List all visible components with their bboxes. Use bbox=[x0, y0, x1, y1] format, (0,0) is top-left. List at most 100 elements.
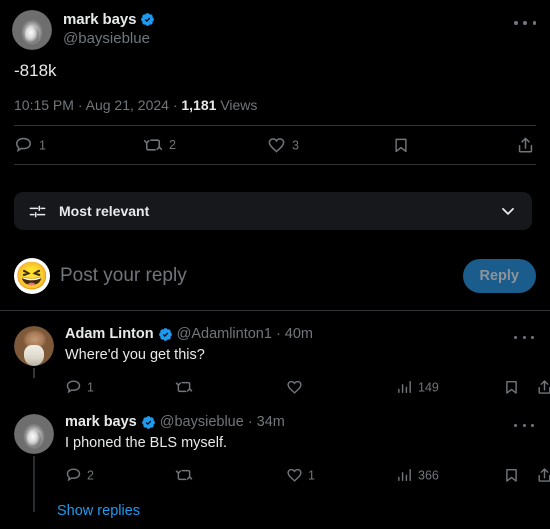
reply-count: 1 bbox=[39, 138, 46, 152]
retweet-icon bbox=[143, 139, 163, 151]
tweet-timestamp-row: 10:15 PM · Aug 21, 2024 · 1,181 Views bbox=[0, 83, 550, 113]
avatar[interactable] bbox=[12, 10, 52, 50]
tweet-date: Aug 21, 2024 bbox=[85, 97, 169, 113]
author-handle[interactable]: @baysieblue bbox=[63, 29, 155, 49]
views-count: 366 bbox=[418, 468, 439, 482]
reply-action-bar: 2 1 366 bbox=[65, 458, 550, 492]
reply-action-button[interactable]: 1 bbox=[65, 379, 94, 396]
show-replies-link[interactable]: Show replies bbox=[57, 503, 140, 519]
reply-action-button[interactable]: 1 bbox=[14, 136, 46, 155]
more-horizontal-icon[interactable] bbox=[514, 329, 534, 345]
reply-timestamp[interactable]: 34m bbox=[257, 414, 285, 431]
analytics-icon bbox=[398, 468, 411, 482]
retweet-action-button[interactable] bbox=[175, 466, 198, 484]
reply-action-button[interactable]: 2 bbox=[65, 467, 94, 484]
reply-author-handle[interactable]: @Adamlinton1 bbox=[177, 326, 272, 343]
photo-portrait-avatar bbox=[14, 326, 54, 366]
divider-below-composer bbox=[0, 310, 550, 311]
comment-icon bbox=[66, 380, 81, 394]
more-horizontal-icon[interactable] bbox=[514, 14, 536, 32]
timestamp-separator-2: · bbox=[172, 97, 178, 113]
reply-author-handle[interactable]: @baysieblue bbox=[160, 414, 244, 431]
avatar-emoji-glyph: 😆 bbox=[15, 260, 49, 291]
reply-meta-separator: · bbox=[275, 326, 281, 342]
views-count: 1,181 bbox=[181, 97, 217, 113]
tweet-author-header: mark bays @baysieblue bbox=[0, 0, 550, 50]
sort-replies-dropdown[interactable]: Most relevant bbox=[14, 192, 532, 230]
reply-author-name: mark bays bbox=[65, 414, 137, 430]
retweet-icon bbox=[175, 381, 193, 393]
statue-portrait-avatar bbox=[12, 10, 52, 50]
reply-content: Adam Linton @Adamlinton1 · 40m Where'd y… bbox=[65, 326, 536, 366]
reply-input[interactable]: Post your reply bbox=[60, 265, 187, 287]
bookmark-icon bbox=[506, 468, 517, 482]
reply-item: Adam Linton @Adamlinton1 · 40m Where'd y… bbox=[0, 315, 550, 404]
bookmark-action-button[interactable] bbox=[392, 136, 416, 154]
share-icon bbox=[518, 137, 533, 153]
retweet-action-button[interactable] bbox=[175, 378, 198, 396]
like-action-button[interactable]: 3 bbox=[267, 136, 299, 155]
tweet-body: -818k bbox=[0, 50, 550, 83]
bookmark-icon bbox=[395, 138, 407, 153]
reply-text: I phoned the BLS myself. bbox=[65, 435, 228, 452]
like-count: 1 bbox=[308, 468, 315, 482]
more-horizontal-icon[interactable] bbox=[514, 417, 534, 433]
bookmark-action-button[interactable] bbox=[503, 467, 525, 484]
reply-count: 2 bbox=[87, 468, 94, 482]
verified-badge-icon bbox=[141, 416, 155, 430]
laughing-emoji-avatar[interactable]: 😆 bbox=[14, 258, 50, 294]
bookmark-icon bbox=[506, 380, 517, 394]
statue-portrait-avatar bbox=[14, 414, 54, 454]
timestamp-separator-1: · bbox=[77, 97, 83, 113]
share-icon bbox=[538, 380, 550, 394]
chevron-down-icon[interactable] bbox=[498, 201, 518, 221]
reply-submit-button[interactable]: Reply bbox=[462, 259, 536, 293]
reply-action-bar: 1 149 bbox=[65, 370, 550, 404]
tweet-action-bar: 1 2 3 bbox=[14, 126, 536, 164]
comment-icon bbox=[16, 137, 31, 153]
retweet-icon bbox=[175, 469, 193, 481]
tweet-time: 10:15 PM bbox=[14, 97, 74, 113]
analytics-icon bbox=[398, 380, 411, 394]
reply-author-row[interactable]: mark bays @baysieblue · 34m bbox=[65, 414, 536, 431]
reply-item: mark bays @baysieblue · 34m I phoned the… bbox=[0, 403, 550, 512]
sort-label: Most relevant bbox=[59, 203, 150, 219]
reply-composer: 😆 Post your reply Reply bbox=[0, 248, 550, 304]
bookmark-action-button[interactable] bbox=[503, 379, 525, 396]
reply-text: Where'd you get this? bbox=[65, 347, 205, 364]
author-meta: mark bays @baysieblue bbox=[63, 10, 155, 49]
reply-meta-separator: · bbox=[247, 414, 253, 430]
reply-timestamp[interactable]: 40m bbox=[285, 326, 313, 343]
views-action-button[interactable]: 366 bbox=[396, 467, 439, 484]
reply-content: mark bays @baysieblue · 34m I phoned the… bbox=[65, 414, 536, 454]
like-action-button[interactable]: 1 bbox=[286, 467, 315, 484]
like-count: 3 bbox=[292, 138, 299, 152]
reply-avatar-column bbox=[14, 414, 54, 512]
reply-author-name: Adam Linton bbox=[65, 326, 154, 342]
views-count: 149 bbox=[418, 380, 439, 394]
avatar[interactable] bbox=[14, 414, 54, 454]
tweet-detail-page: mark bays @baysieblue -818k 10:15 PM · A… bbox=[0, 0, 550, 529]
author-display-name: mark bays bbox=[63, 11, 137, 28]
verified-badge-icon bbox=[141, 13, 155, 27]
views-label: Views bbox=[220, 97, 258, 113]
views-action-button[interactable]: 149 bbox=[396, 379, 439, 396]
avatar[interactable] bbox=[14, 326, 54, 366]
heart-icon bbox=[287, 380, 302, 394]
share-icon bbox=[538, 468, 550, 482]
reply-author-row[interactable]: Adam Linton @Adamlinton1 · 40m bbox=[65, 326, 536, 343]
reply-avatar-column bbox=[14, 326, 54, 378]
author-name-row[interactable]: mark bays bbox=[63, 11, 155, 28]
retweet-action-button[interactable]: 2 bbox=[143, 135, 176, 155]
like-action-button[interactable] bbox=[286, 379, 308, 396]
verified-badge-icon bbox=[158, 328, 172, 342]
retweet-count: 2 bbox=[169, 138, 176, 152]
heart-icon bbox=[268, 138, 285, 153]
divider-below-actions bbox=[14, 164, 536, 165]
share-action-button[interactable] bbox=[536, 379, 550, 396]
share-action-button[interactable] bbox=[536, 467, 550, 484]
sliders-icon bbox=[29, 205, 46, 217]
comment-icon bbox=[66, 468, 81, 482]
thread-connector-line bbox=[33, 368, 35, 378]
share-action-button[interactable] bbox=[516, 136, 541, 155]
